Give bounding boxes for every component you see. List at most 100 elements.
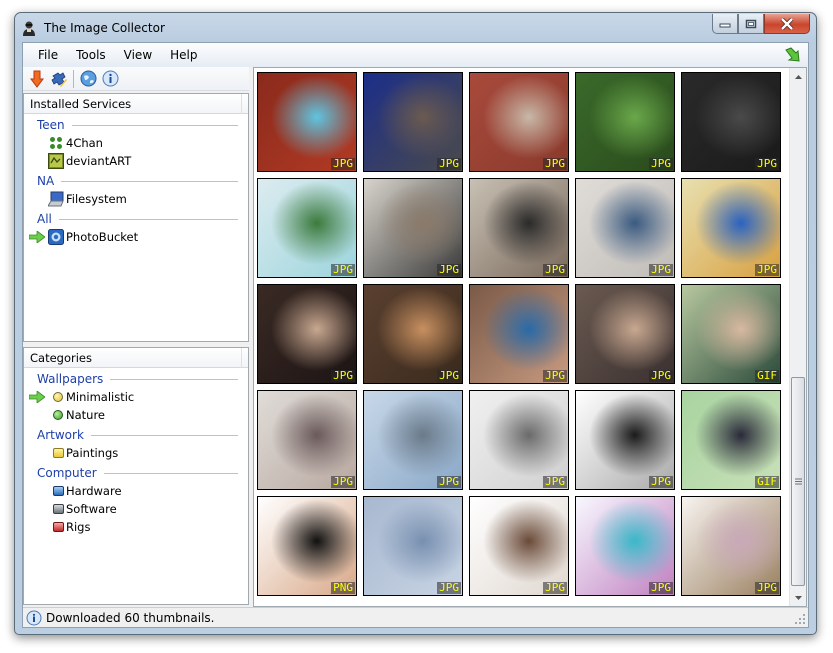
thumbnail[interactable]: JPG: [363, 178, 463, 278]
info-icon: [26, 610, 42, 625]
caption-buttons: [712, 14, 810, 34]
format-badge: JPG: [437, 581, 461, 594]
left-pane: Installed Services Teen 4Chan deviantART…: [23, 67, 249, 607]
scroll-down-button[interactable]: [790, 589, 806, 606]
status-text: Downloaded 60 thumbnails.: [46, 610, 215, 625]
group-label: NA: [37, 174, 55, 188]
service-item-deviantart[interactable]: deviantART: [24, 152, 248, 170]
title-bar[interactable]: The Image Collector: [15, 13, 816, 43]
format-badge: JPG: [543, 475, 567, 488]
category-item-software[interactable]: Software: [24, 500, 248, 518]
service-label: Filesystem: [66, 192, 127, 206]
globe-icon: [80, 70, 96, 87]
thumbnail[interactable]: GIF: [681, 284, 781, 384]
spy-icon: [23, 21, 35, 36]
format-badge: JPG: [755, 157, 779, 170]
format-badge: GIF: [755, 475, 779, 488]
format-badge: JPG: [437, 263, 461, 276]
scrollbar-thumb[interactable]: [791, 377, 805, 586]
format-badge: PNG: [331, 581, 355, 594]
plugin-edit-icon: [51, 71, 67, 87]
thumbnail[interactable]: JPG: [469, 284, 569, 384]
category-item-nature[interactable]: Nature: [24, 406, 248, 424]
service-item-filesystem[interactable]: Filesystem: [24, 190, 248, 208]
service-label: deviantART: [66, 154, 132, 168]
download-button[interactable]: [26, 69, 48, 89]
thumbnail[interactable]: JPG: [469, 496, 569, 596]
category-item-hardware[interactable]: Hardware: [24, 482, 248, 500]
thumbnail[interactable]: JPG: [681, 496, 781, 596]
thumbnail[interactable]: JPG: [469, 72, 569, 172]
thumbnail[interactable]: JPG: [363, 496, 463, 596]
thumbnail[interactable]: GIF: [681, 390, 781, 490]
category-label: Paintings: [66, 446, 119, 460]
globe-button[interactable]: [77, 69, 99, 89]
vertical-scrollbar[interactable]: [789, 68, 806, 606]
service-item-4chan[interactable]: 4Chan: [24, 134, 248, 152]
thumbnail-grid: JPG JPG JPG JPG JPG JPG JPG JPG JPG JPG JPG JPG JPG J…: [257, 72, 781, 596]
format-badge: JPG: [649, 157, 673, 170]
thumbnail[interactable]: JPG: [363, 72, 463, 172]
format-badge: JPG: [543, 581, 567, 594]
client-area: File Tools View Help Installed Services …: [22, 42, 809, 628]
thumbnail[interactable]: JPG: [257, 284, 357, 384]
format-badge: JPG: [437, 157, 461, 170]
category-label: Software: [66, 502, 117, 516]
format-badge: JPG: [649, 263, 673, 276]
group-label: All: [37, 212, 52, 226]
thumbnail[interactable]: JPG: [257, 178, 357, 278]
thumbnail[interactable]: JPG: [257, 72, 357, 172]
service-item-photobucket[interactable]: PhotoBucket: [24, 228, 248, 246]
selected-arrow-icon: [29, 391, 45, 403]
category-item-rigs[interactable]: Rigs: [24, 518, 248, 536]
format-badge: JPG: [543, 157, 567, 170]
maximize-button[interactable]: [738, 14, 764, 34]
thumbnail[interactable]: JPG: [469, 178, 569, 278]
minimize-button[interactable]: [712, 14, 738, 34]
resize-grip-icon[interactable]: [794, 613, 806, 625]
thumbnail[interactable]: JPG: [363, 284, 463, 384]
thumbnail[interactable]: JPG: [469, 390, 569, 490]
category-label: Rigs: [66, 520, 91, 534]
thumbnail[interactable]: JPG: [575, 284, 675, 384]
scroll-up-button[interactable]: [790, 68, 806, 85]
info-button[interactable]: [99, 69, 121, 89]
menu-view[interactable]: View: [117, 46, 159, 64]
service-label: PhotoBucket: [66, 230, 139, 244]
thumbnail[interactable]: JPG: [575, 72, 675, 172]
thumbnail[interactable]: JPG: [257, 390, 357, 490]
thumbnail[interactable]: JPG: [575, 496, 675, 596]
thumbnail[interactable]: JPG: [681, 72, 781, 172]
thumbnail-view: JPG JPG JPG JPG JPG JPG JPG JPG JPG JPG JPG JPG JPG J…: [253, 67, 807, 607]
group-all: All: [24, 210, 248, 228]
category-label: Hardware: [66, 484, 122, 498]
plugin-button[interactable]: [48, 69, 70, 89]
format-badge: JPG: [649, 475, 673, 488]
thumbnail[interactable]: JPG: [575, 178, 675, 278]
category-label: Minimalistic: [66, 390, 135, 404]
group-artwork: Artwork: [24, 426, 248, 444]
installed-services-panel: Installed Services Teen 4Chan deviantART…: [23, 93, 249, 342]
thumbnail[interactable]: JPG: [363, 390, 463, 490]
close-button[interactable]: [764, 14, 810, 34]
window-title: The Image Collector: [44, 21, 165, 35]
group-teen: Teen: [24, 116, 248, 134]
menu-tools[interactable]: Tools: [69, 46, 113, 64]
menu-help[interactable]: Help: [163, 46, 204, 64]
menu-file[interactable]: File: [31, 46, 65, 64]
status-bar: Downloaded 60 thumbnails.: [23, 607, 808, 627]
toolbar: [23, 67, 249, 91]
green-circle-icon: [50, 407, 66, 423]
format-badge: GIF: [755, 369, 779, 382]
thumbnail[interactable]: PNG: [257, 496, 357, 596]
download-arrow-icon: [30, 70, 44, 88]
thumbnail[interactable]: JPG: [575, 390, 675, 490]
green-arrow-down-right-icon[interactable]: [784, 47, 802, 63]
thumbnail[interactable]: JPG: [681, 178, 781, 278]
category-item-minimalistic[interactable]: Minimalistic: [24, 388, 248, 406]
toolbar-separator: [73, 69, 74, 88]
group-divider: [71, 124, 238, 126]
group-label: Computer: [37, 466, 97, 480]
categories-panel: Categories Wallpapers Minimalistic Natur…: [23, 347, 249, 605]
category-item-paintings[interactable]: Paintings: [24, 444, 248, 462]
